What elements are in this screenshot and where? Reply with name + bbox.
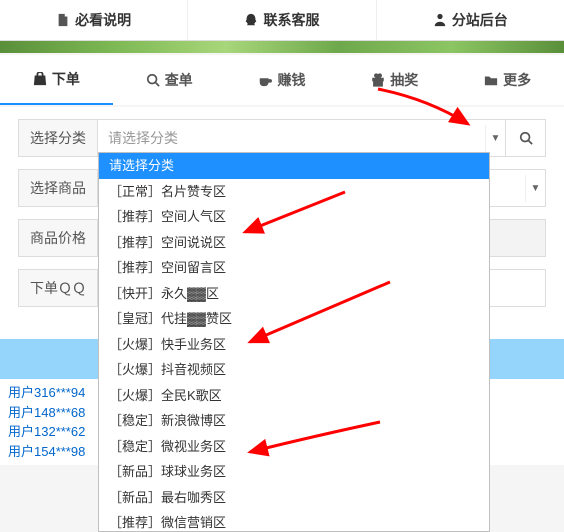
tab-lottery-label: 抽奖 bbox=[390, 70, 418, 90]
admin-button[interactable]: 分站后台 bbox=[377, 0, 564, 40]
search-button[interactable] bbox=[506, 119, 546, 157]
tab-earn-label: 赚钱 bbox=[277, 70, 305, 90]
dropdown-item[interactable]: ［推荐］空间留言区 bbox=[99, 255, 489, 281]
tab-check[interactable]: 查单 bbox=[113, 55, 226, 105]
dropdown-item[interactable]: ［火爆］全民K歌区 bbox=[99, 383, 489, 409]
dropdown-item[interactable]: ［快开］永久▓▓区 bbox=[99, 281, 489, 307]
admin-label: 分站后台 bbox=[452, 10, 508, 30]
qq-label: 下单ＱＱ bbox=[18, 269, 98, 307]
user-icon bbox=[433, 13, 447, 27]
bag-icon bbox=[33, 72, 47, 86]
search-icon bbox=[146, 73, 160, 87]
gift-icon bbox=[371, 73, 385, 87]
dropdown-header[interactable]: 请选择分类 bbox=[99, 153, 489, 179]
price-label: 商品价格 bbox=[18, 219, 98, 257]
contact-label: 联系客服 bbox=[263, 10, 319, 30]
coffee-icon bbox=[258, 73, 272, 87]
category-label: 选择分类 bbox=[18, 119, 98, 157]
folder-icon bbox=[484, 73, 498, 87]
main-tabs: 下单 查单 赚钱 抽奖 更多 bbox=[0, 55, 564, 105]
dropdown-item[interactable]: ［皇冠］代挂▓▓赞区 bbox=[99, 306, 489, 332]
tab-earn[interactable]: 赚钱 bbox=[226, 55, 339, 105]
dropdown-item[interactable]: ［推荐］空间说说区 bbox=[99, 230, 489, 256]
category-display: 请选择分类 bbox=[98, 120, 485, 156]
search-icon bbox=[519, 131, 533, 145]
dropdown-item[interactable]: ［正常］名片赞专区 bbox=[99, 179, 489, 205]
tab-more-label: 更多 bbox=[503, 70, 531, 90]
contact-button[interactable]: 联系客服 bbox=[188, 0, 376, 40]
top-button-bar: 必看说明 联系客服 分站后台 bbox=[0, 0, 564, 41]
dropdown-item[interactable]: ［稳定］微视业务区 bbox=[99, 434, 489, 460]
tab-lottery[interactable]: 抽奖 bbox=[338, 55, 451, 105]
qq-icon bbox=[244, 13, 258, 27]
product-label: 选择商品 bbox=[18, 169, 98, 207]
chevron-down-icon: ▼ bbox=[485, 125, 505, 152]
banner-strip bbox=[0, 41, 564, 53]
tab-order[interactable]: 下单 bbox=[0, 55, 113, 105]
notice-button[interactable]: 必看说明 bbox=[0, 0, 188, 40]
notice-label: 必看说明 bbox=[75, 10, 131, 30]
dropdown-item[interactable]: ［新品］最右咖秀区 bbox=[99, 485, 489, 511]
tab-check-label: 查单 bbox=[165, 70, 193, 90]
dropdown-item[interactable]: ［火爆］抖音视频区 bbox=[99, 357, 489, 383]
dropdown-item[interactable]: ［火爆］快手业务区 bbox=[99, 332, 489, 358]
dropdown-item[interactable]: ［推荐］空间人气区 bbox=[99, 204, 489, 230]
tab-order-label: 下单 bbox=[52, 69, 80, 89]
chevron-down-icon: ▼ bbox=[525, 175, 545, 202]
form-panel: 选择分类 请选择分类 ▼ 请选择分类 ［正常］名片赞专区 ［推荐］空间人气区 ［… bbox=[0, 107, 564, 339]
dropdown-item[interactable]: ［推荐］微信营销区 bbox=[99, 510, 489, 532]
tab-more[interactable]: 更多 bbox=[451, 55, 564, 105]
file-icon bbox=[56, 13, 70, 27]
category-dropdown[interactable]: 请选择分类 ［正常］名片赞专区 ［推荐］空间人气区 ［推荐］空间说说区 ［推荐］… bbox=[98, 152, 490, 532]
dropdown-item[interactable]: ［新品］球球业务区 bbox=[99, 459, 489, 485]
dropdown-item[interactable]: ［稳定］新浪微博区 bbox=[99, 408, 489, 434]
